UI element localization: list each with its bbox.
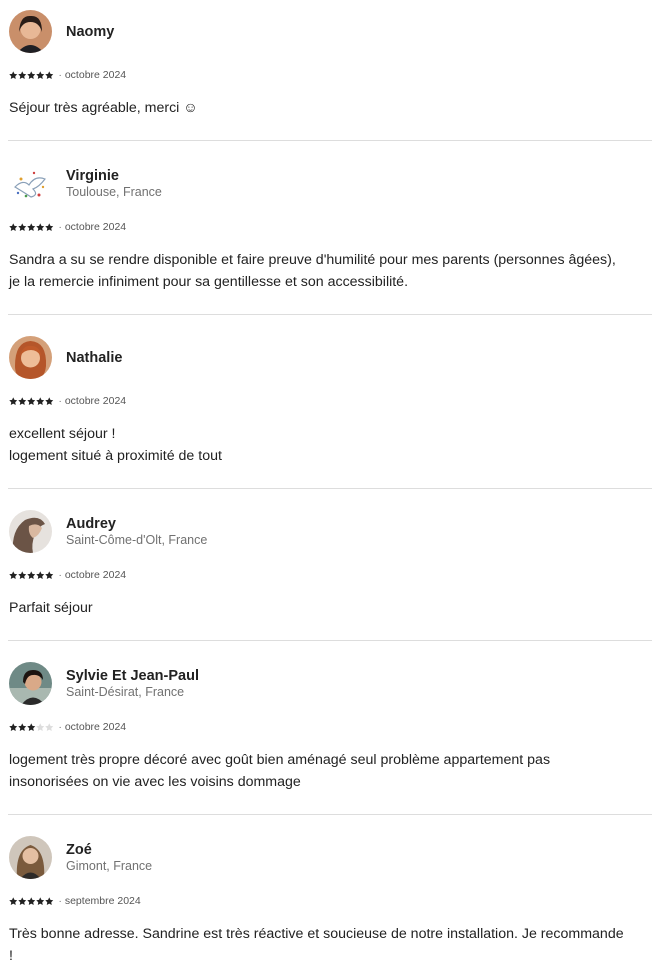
reviewer-location: Toulouse, France <box>66 185 162 199</box>
star-icon <box>27 571 36 579</box>
star-icon <box>45 397 54 405</box>
meta-separator: · <box>58 221 62 233</box>
star-icon <box>45 223 54 231</box>
reviewer-location: Gimont, France <box>66 859 153 873</box>
review-item: Sylvie Et Jean-Paul Saint-Désirat, Franc… <box>0 641 659 814</box>
review-item: Zoé Gimont, France · septembre 2024 Très… <box>0 815 659 974</box>
review-meta: · septembre 2024 <box>9 895 141 907</box>
star-icon <box>9 223 18 231</box>
reviewer-name[interactable]: Nathalie <box>66 350 122 366</box>
star-icon <box>36 723 45 731</box>
star-icon <box>45 723 54 731</box>
star-icon <box>36 571 45 579</box>
star-icon <box>27 897 36 905</box>
avatar[interactable] <box>9 165 52 208</box>
meta-separator: · <box>58 721 62 733</box>
review-date: octobre 2024 <box>64 221 127 233</box>
star-rating <box>9 897 54 906</box>
meta-separator: · <box>58 569 62 581</box>
reviewer-location: Saint-Côme-d'Olt, France <box>66 533 208 547</box>
star-icon <box>36 71 45 79</box>
star-icon <box>27 223 36 231</box>
star-icon <box>18 723 27 731</box>
review-item: Audrey Saint-Côme-d'Olt, France · octobr… <box>0 489 659 640</box>
meta-separator: · <box>58 69 62 81</box>
star-icon <box>45 571 54 579</box>
reviewer-name[interactable]: Sylvie Et Jean-Paul <box>66 668 199 684</box>
star-icon <box>18 223 27 231</box>
avatar[interactable] <box>9 836 52 879</box>
star-icon <box>36 397 45 405</box>
meta-separator: · <box>58 895 62 907</box>
review-meta: · octobre 2024 <box>9 221 126 233</box>
review-date: octobre 2024 <box>64 569 127 581</box>
star-icon <box>27 723 36 731</box>
star-rating <box>9 223 54 232</box>
star-rating <box>9 397 54 406</box>
star-icon <box>36 223 45 231</box>
review-date: octobre 2024 <box>64 395 127 407</box>
star-rating <box>9 71 54 80</box>
star-icon <box>18 71 27 79</box>
review-date: octobre 2024 <box>64 721 127 733</box>
review-item: Naomy · octobre 2024 Séjour très agréabl… <box>0 0 659 140</box>
star-rating <box>9 723 54 732</box>
review-text: Très bonne adresse. Sandrine est très ré… <box>9 926 624 964</box>
reviewer-location: Saint-Désirat, France <box>66 685 185 699</box>
review-text: Séjour très agréable, merci ☺ <box>9 100 198 116</box>
avatar[interactable] <box>9 336 52 379</box>
review-meta: · octobre 2024 <box>9 69 126 81</box>
reviewer-name[interactable]: Naomy <box>66 24 114 40</box>
avatar[interactable] <box>9 510 52 553</box>
star-icon <box>9 71 18 79</box>
star-icon <box>9 723 18 731</box>
review-text: Parfait séjour <box>9 600 93 616</box>
review-text: logement très propre décoré avec goût bi… <box>9 752 551 790</box>
review-meta: · octobre 2024 <box>9 395 126 407</box>
star-icon <box>45 71 54 79</box>
star-icon <box>9 897 18 905</box>
review-item: Virginie Toulouse, France · octobre 2024… <box>0 141 659 314</box>
review-date: septembre 2024 <box>64 895 141 907</box>
star-icon <box>9 397 18 405</box>
star-icon <box>27 397 36 405</box>
avatar[interactable] <box>9 662 52 705</box>
star-icon <box>18 897 27 905</box>
review-item: Nathalie · octobre 2024 excellent séjour… <box>0 315 659 488</box>
review-date: octobre 2024 <box>64 69 127 81</box>
star-rating <box>9 571 54 580</box>
star-icon <box>18 397 27 405</box>
star-icon <box>36 897 45 905</box>
meta-separator: · <box>58 395 62 407</box>
review-meta: · octobre 2024 <box>9 721 126 733</box>
reviewer-name[interactable]: Audrey <box>66 516 116 532</box>
reviewer-name[interactable]: Virginie <box>66 168 119 184</box>
star-icon <box>9 571 18 579</box>
star-icon <box>27 71 36 79</box>
star-icon <box>18 571 27 579</box>
star-icon <box>45 897 54 905</box>
review-text: excellent séjour ! logement situé à prox… <box>9 426 222 464</box>
avatar[interactable] <box>9 10 52 53</box>
review-meta: · octobre 2024 <box>9 569 126 581</box>
reviewer-name[interactable]: Zoé <box>66 842 92 858</box>
review-text: Sandra a su se rendre disponible et fair… <box>9 252 616 290</box>
